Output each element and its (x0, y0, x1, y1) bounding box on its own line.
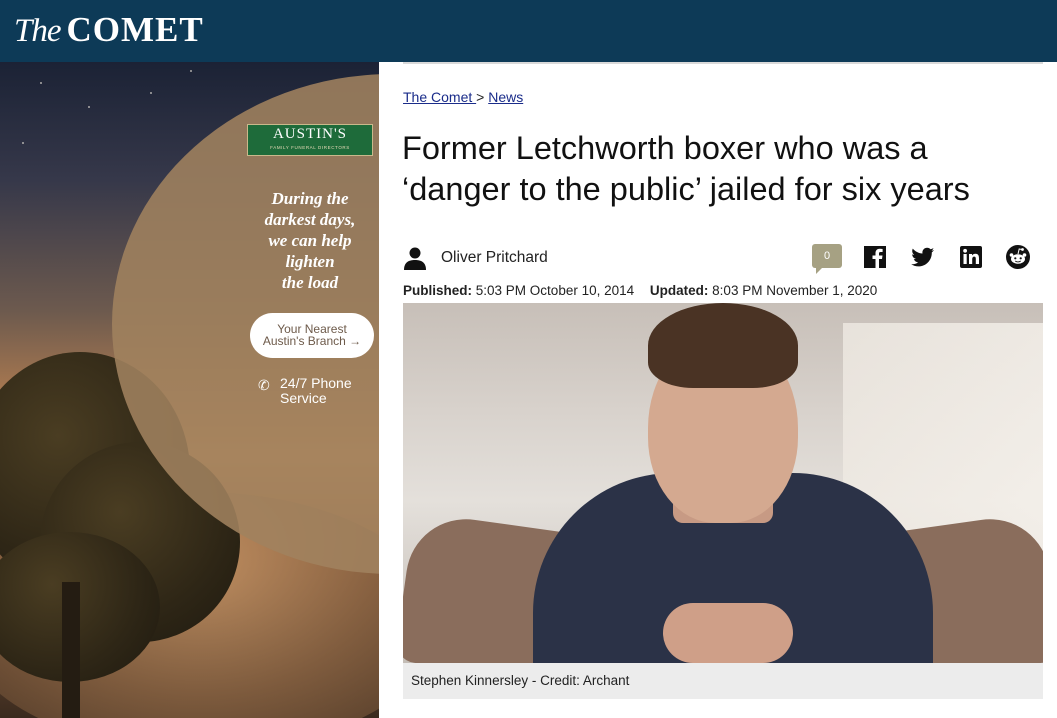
headline-line: ‘danger to the public’ jailed for six ye… (402, 171, 970, 207)
person-icon (404, 247, 426, 270)
breadcrumb-home-link[interactable]: The Comet (403, 89, 476, 105)
linkedin-icon[interactable] (958, 244, 984, 270)
phone-line: 24/7 Phone (280, 375, 352, 391)
breadcrumb-separator: > (476, 89, 485, 105)
published-label: Published: (403, 283, 473, 298)
funeral-advert[interactable]: AUSTIN'S FAMILY FUNERAL DIRECTORS During… (0, 62, 379, 718)
facebook-icon[interactable] (862, 244, 888, 270)
author-name[interactable]: Oliver Pritchard (441, 249, 548, 267)
twitter-icon[interactable] (910, 244, 936, 270)
tagline-line: darkest days, (264, 210, 356, 229)
tagline-line: the load (281, 273, 339, 292)
tagline-line: lighten (285, 252, 335, 271)
author-row: Oliver Pritchard 0 (403, 244, 1043, 274)
logo-comet: COMET (66, 10, 204, 49)
nearest-branch-button[interactable]: Your Nearest Austin's Branch → (250, 313, 374, 358)
comment-count-badge[interactable]: 0 (812, 244, 842, 274)
site-header: The COMET (0, 0, 1057, 62)
article-photo[interactable] (403, 303, 1043, 663)
star (88, 106, 90, 108)
phone-service[interactable]: ✆ 24/7 Phone Service (258, 376, 378, 406)
tagline-line: During the (271, 189, 349, 208)
published-date: 5:03 PM October 10, 2014 (475, 283, 635, 298)
reddit-icon[interactable] (1005, 244, 1031, 270)
updated-date: 8:03 PM November 1, 2020 (712, 283, 878, 298)
breadcrumb-news-link[interactable]: News (488, 89, 523, 105)
breadcrumb: The Comet > News (403, 89, 523, 105)
top-divider (403, 62, 1043, 64)
austins-name: AUSTIN'S (272, 126, 348, 142)
site-logo[interactable]: The COMET (14, 10, 204, 50)
logo-the: The (14, 13, 61, 49)
article-headline: Former Letchworth boxer who was a ‘dange… (402, 128, 1042, 210)
article: The Comet > News Former Letchworth boxer… (379, 62, 1057, 718)
updated-label: Updated: (649, 283, 709, 298)
star (190, 70, 192, 72)
austins-sub: FAMILY FUNERAL DIRECTORS (270, 145, 350, 150)
tree-trunk (62, 582, 80, 718)
tagline-line: we can help (268, 231, 352, 250)
austins-logo: AUSTIN'S FAMILY FUNERAL DIRECTORS (247, 124, 373, 156)
phone-icon: ✆ (258, 377, 270, 393)
branch-line: Austin's Branch → (262, 334, 362, 348)
star (22, 142, 24, 144)
phone-line: Service (280, 390, 327, 406)
photo-fists (663, 603, 793, 663)
headline-line: Former Letchworth boxer who was a (402, 130, 928, 166)
photo-hair (648, 303, 798, 388)
article-dates: Published: 5:03 PM October 10, 2014 Upda… (403, 283, 877, 298)
photo-caption: Stephen Kinnersley - Credit: Archant (403, 663, 1043, 699)
star (150, 92, 152, 94)
star (40, 82, 42, 84)
ad-tagline: During the darkest days, we can help lig… (248, 188, 372, 293)
